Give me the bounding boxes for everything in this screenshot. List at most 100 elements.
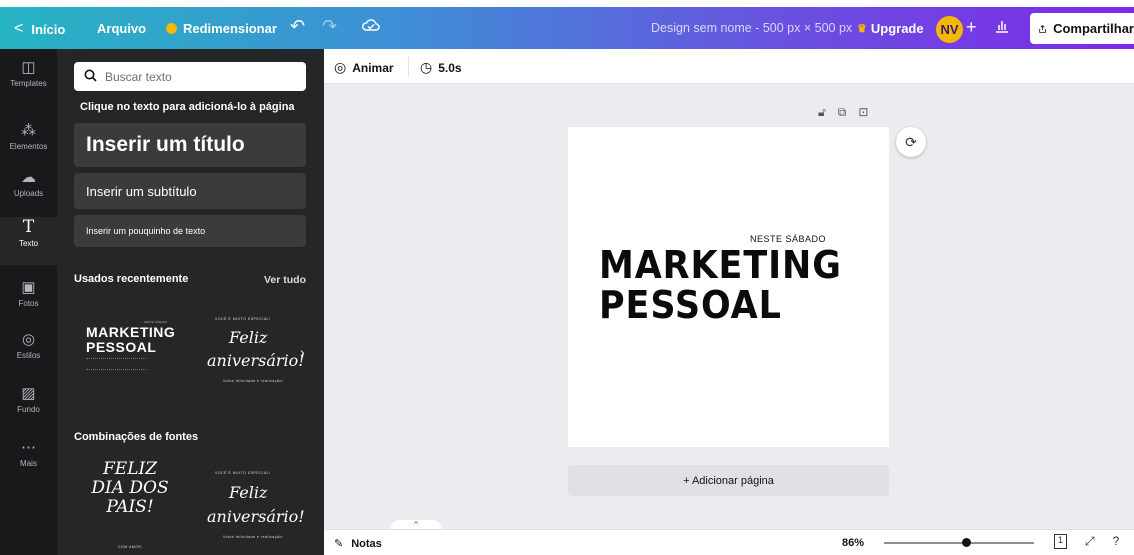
thumb-caption: VOCÊ É MUITO ESPECIAL! xyxy=(215,317,271,321)
text-icon: T xyxy=(22,217,35,237)
font-combos-heading: Combinações de fontes xyxy=(74,431,199,443)
rail-item-templates[interactable]: ◫ Templates xyxy=(0,57,57,105)
fullscreen-icon[interactable]: ⤢ xyxy=(1085,534,1095,549)
home-label: Início xyxy=(31,21,66,37)
file-menu[interactable]: Arquivo xyxy=(97,21,146,36)
thumb-line: Feliz xyxy=(229,483,268,502)
notes-icon: ✎ xyxy=(334,538,344,550)
context-toolbar: ◎ Animar ◷ 5.0s xyxy=(324,49,1134,84)
canvas-heading-line[interactable]: MARKETING xyxy=(599,245,842,285)
add-heading-button[interactable]: Inserir um título xyxy=(74,123,306,167)
search-placeholder: Buscar texto xyxy=(105,69,172,84)
uploads-icon: ☁ xyxy=(21,169,36,186)
text-panel: Buscar texto Clique no texto para adicio… xyxy=(57,49,324,555)
clock-icon: ◷ xyxy=(420,59,433,75)
rail-item-styles[interactable]: ◎ Estilos xyxy=(0,329,57,377)
recent-heading: Usados recentemente xyxy=(74,273,189,285)
upgrade-button[interactable]: ♛ Upgrade xyxy=(857,21,924,36)
resize-label: Redimensionar xyxy=(183,21,277,36)
thumb-line: MARKETING xyxy=(86,324,176,340)
rail-label: Mais xyxy=(20,459,37,468)
add-body-text-button[interactable]: Inserir um pouquinho de texto xyxy=(74,215,306,247)
more-icon: ⋯ xyxy=(21,439,36,456)
rail-label: Estilos xyxy=(16,351,41,360)
zoom-level[interactable]: 86% xyxy=(842,537,864,549)
lock-icon[interactable]: 🔓︎ xyxy=(818,105,826,120)
thumb-line: aniversário! xyxy=(207,507,305,526)
share-button[interactable]: Compartilhar xyxy=(1030,13,1134,44)
see-all-link[interactable]: Ver tudo xyxy=(264,274,306,286)
page-tools: 🔓︎ ⧉ ⊡ xyxy=(818,105,868,120)
rail-item-photos[interactable]: ▣ Fotos xyxy=(0,277,57,325)
rail-item-background[interactable]: ▨ Fundo xyxy=(0,383,57,431)
photos-icon: ▣ xyxy=(21,279,36,296)
view-controls: 1 ⤢ ? xyxy=(1054,534,1119,549)
design-name[interactable]: Design sem nome - 500 px × 500 px xyxy=(651,21,852,35)
thumb-line: Feliz xyxy=(229,328,268,347)
notes-button[interactable]: ✎ Notas xyxy=(334,537,382,551)
zoom-slider[interactable] xyxy=(884,538,1034,547)
thumb-line: PAIS! xyxy=(106,497,154,517)
elements-icon: ⁂ xyxy=(21,122,36,139)
design-canvas[interactable]: NESTE SÁBADO MARKETING PESSOAL xyxy=(568,127,889,447)
font-combo-fathers-day[interactable]: FELIZ DIA DOS PAIS! COM AMOR, xyxy=(74,457,186,555)
undo-icon[interactable]: ↶ xyxy=(290,16,305,37)
cloud-save-icon[interactable] xyxy=(362,18,380,37)
duration-label: 5.0s xyxy=(438,60,462,75)
page-count-button[interactable]: 1 xyxy=(1054,534,1068,549)
duration-button[interactable]: ◷ 5.0s xyxy=(420,59,462,76)
styles-icon: ◎ xyxy=(21,331,36,348)
insights-icon[interactable] xyxy=(994,18,1010,37)
thumb-line: DIA DOS xyxy=(91,478,169,498)
rail-item-uploads[interactable]: ☁ Uploads xyxy=(0,167,57,215)
file-label: Arquivo xyxy=(97,21,147,36)
rail-label: Fundo xyxy=(17,405,40,414)
upgrade-label: Upgrade xyxy=(870,21,924,36)
background-icon: ▨ xyxy=(21,385,36,402)
editor-area: ◎ Animar ◷ 5.0s 🔓︎ ⧉ ⊡ NESTE SÁBADO MARK… xyxy=(324,49,1134,555)
zoom-slider-handle[interactable] xyxy=(962,538,971,547)
search-input[interactable]: Buscar texto xyxy=(74,62,306,91)
add-page-button[interactable]: + Adicionar página xyxy=(568,465,889,496)
share-label: Compartilhar xyxy=(1053,21,1134,36)
rail-label: Texto xyxy=(18,239,39,248)
animate-button[interactable]: ◎ Animar xyxy=(334,59,394,76)
thumb-line: FELIZ xyxy=(102,459,158,479)
refresh-icon[interactable]: ⟳ xyxy=(896,127,926,157)
help-icon[interactable]: ? xyxy=(1113,534,1120,549)
crown-icon: ♛ xyxy=(857,23,867,35)
rail-label: Templates xyxy=(10,79,47,88)
chevron-right-icon[interactable]: › xyxy=(300,344,305,360)
add-page-icon[interactable]: ⊡ xyxy=(858,105,868,120)
avatar[interactable]: NV xyxy=(936,16,963,43)
panel-hint: Clique no texto para adicioná-lo à págin… xyxy=(80,101,295,113)
thumb-caption: Votos felicidade e realização! xyxy=(223,535,284,539)
rail-label: Elementos xyxy=(9,142,48,151)
animate-label: Animar xyxy=(352,60,394,75)
recent-template-marketing[interactable]: NESTE SÁBADO MARKETING PESSOAL xyxy=(74,311,186,411)
rail-label: Uploads xyxy=(13,189,44,198)
recent-template-birthday[interactable]: VOCÊ É MUITO ESPECIAL! Feliz aniversário… xyxy=(195,311,307,411)
thumb-line: PESSOAL xyxy=(86,339,157,355)
share-icon xyxy=(1039,24,1046,33)
search-icon xyxy=(84,69,97,85)
crown-icon xyxy=(166,23,177,34)
rail-item-elements[interactable]: ⁂ Elementos xyxy=(0,120,57,168)
duplicate-page-icon[interactable]: ⧉ xyxy=(838,105,847,120)
bottom-bar: ✎ Notas 86% 1 ⤢ ? xyxy=(324,529,1134,555)
add-collaborator-icon[interactable]: + xyxy=(966,17,977,38)
divider xyxy=(408,57,409,76)
redo-icon[interactable]: ↷ xyxy=(322,16,337,37)
rail-label: Fotos xyxy=(18,299,39,308)
notes-label: Notas xyxy=(351,537,382,550)
canvas-heading-line[interactable]: PESSOAL xyxy=(599,285,782,325)
rail-item-more[interactable]: ⋯ Mais xyxy=(0,437,57,485)
rail-item-text[interactable]: T Texto xyxy=(0,217,57,265)
font-combo-birthday[interactable]: VOCÊ É MUITO ESPECIAL! Feliz aniversário… xyxy=(195,457,307,555)
resize-button[interactable]: Redimensionar xyxy=(166,21,277,36)
add-subheading-button[interactable]: Inserir um subtítulo xyxy=(74,173,306,209)
thumb-line: aniversário! xyxy=(207,351,305,370)
templates-icon: ◫ xyxy=(21,59,36,76)
thumb-caption: Votos felicidade e realização! xyxy=(223,379,284,383)
home-button[interactable]: < Início xyxy=(14,20,65,38)
